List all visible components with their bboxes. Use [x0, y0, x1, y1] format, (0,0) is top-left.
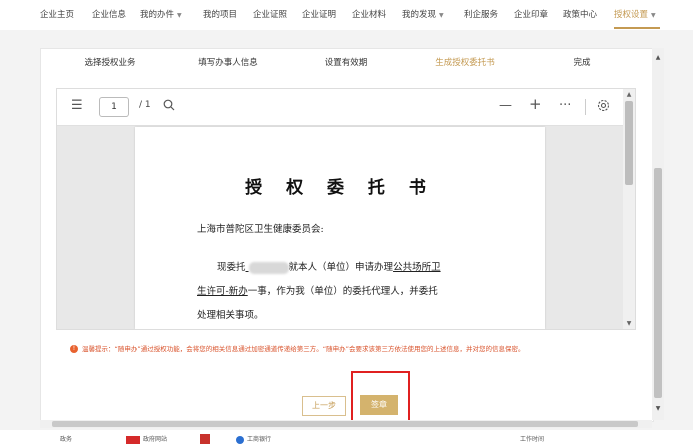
scroll-up-arrow: ▲	[626, 91, 632, 98]
viewer-scrollbar[interactable]: ▲ ▼	[623, 89, 635, 329]
toolbar-separator	[585, 99, 586, 115]
nav-item-8[interactable]: 利企服务	[464, 8, 498, 20]
scroll-down-arrow: ▼	[626, 320, 632, 327]
bank-logo-icon	[236, 435, 244, 444]
horizontal-scroll-thumb[interactable]	[52, 421, 638, 427]
footer-badge	[200, 434, 210, 444]
privacy-tip: ! 温馨提示：“随申办”通过授权功能，会将您的相关信息通过加密通道传递给第三方。“…	[70, 343, 524, 353]
chevron-down-icon: ▼	[651, 12, 656, 19]
nav-item-3[interactable]: 我的项目	[203, 8, 237, 20]
nav-item-5[interactable]: 企业证明	[302, 8, 336, 20]
step-indicator: 选择授权业务 填写办事人信息 设置有效期 生成授权委托书 完成	[40, 56, 652, 72]
pdf-viewer: ☰ 1 / 1 — + ··· 授 权 委 托 书 上海市普陀区卫生健康委员会:…	[56, 88, 636, 330]
page-scroll-down-arrow: ▼	[655, 405, 661, 412]
previous-step-button[interactable]: 上一步	[302, 396, 346, 416]
step-fill-agent-info: 填写办事人信息	[198, 58, 258, 68]
page-number-input[interactable]: 1	[99, 97, 129, 117]
document-line-2: 生许可-新办一事，作为我（单位）的委托代理人，并委托	[197, 286, 438, 297]
chevron-down-icon: ▼	[177, 12, 182, 19]
document-title: 授 权 委 托 书	[245, 178, 435, 198]
document-line-3: 处理相关事项。	[197, 310, 264, 321]
gov-logo-icon	[126, 435, 140, 444]
info-icon: !	[70, 345, 78, 353]
step-select-business: 选择授权业务	[84, 58, 136, 68]
page-scrollbar[interactable]: ▲ ▼	[652, 48, 664, 420]
page-scroll-up-arrow: ▲	[655, 54, 661, 61]
page-total: / 1	[139, 100, 151, 110]
search-icon[interactable]	[163, 99, 175, 115]
highlight-box	[351, 371, 410, 422]
footer-link-1[interactable]: 政务	[60, 434, 72, 443]
nav-item-1[interactable]: 企业信息	[92, 8, 126, 20]
viewer-scroll-thumb[interactable]	[625, 101, 633, 185]
pdf-toolbar: ☰ 1 / 1 — + ···	[57, 89, 635, 126]
redacted-name	[248, 261, 289, 274]
more-icon[interactable]: ···	[559, 99, 571, 113]
zoom-out-icon[interactable]: —	[499, 99, 512, 113]
nav-item-2[interactable]: 我的办件 ▼	[140, 8, 182, 20]
top-navigation: 企业主页 企业信息 我的办件 ▼ 我的项目 企业证照 企业证明 企业材料 我的发现 ▼ 利企服务 企业…	[0, 0, 693, 30]
nav-item-9[interactable]: 企业印章	[514, 8, 548, 20]
footer: 政务 政府网站 工商银行 工作时间	[0, 430, 693, 448]
active-tab-underline	[614, 27, 660, 29]
chevron-down-icon: ▼	[439, 12, 444, 19]
step-set-validity: 设置有效期	[324, 58, 368, 68]
document-recipient: 上海市普陀区卫生健康委员会:	[197, 224, 324, 235]
emblem-icon	[200, 434, 210, 444]
document-page: 授 权 委 托 书 上海市普陀区卫生健康委员会: 现委托 就本人（单位）申请办理…	[135, 127, 545, 329]
footer-link-2[interactable]: 政府网站	[126, 434, 167, 444]
nav-item-11[interactable]: 授权设置 ▼	[614, 8, 656, 20]
nav-item-6[interactable]: 企业材料	[352, 8, 386, 20]
sidebar-toggle-icon[interactable]: ☰	[71, 99, 83, 113]
page-scroll-thumb[interactable]	[654, 168, 662, 398]
settings-icon[interactable]	[597, 99, 610, 116]
nav-item-0[interactable]: 企业主页	[40, 8, 74, 20]
footer-link-4[interactable]: 工作时间	[520, 434, 544, 443]
zoom-in-icon[interactable]: +	[529, 97, 542, 112]
nav-item-4[interactable]: 企业证照	[253, 8, 287, 20]
footer-link-3[interactable]: 工商银行	[236, 434, 271, 444]
horizontal-scrollbar[interactable]	[40, 420, 652, 428]
document-line-1: 现委托 就本人（单位）申请办理公共场所卫	[217, 261, 441, 274]
step-generate-authorization: 生成授权委托书	[435, 58, 495, 68]
nav-item-10[interactable]: 政策中心	[563, 8, 597, 20]
step-finish: 完成	[573, 58, 591, 68]
nav-item-7[interactable]: 我的发现 ▼	[402, 8, 444, 20]
